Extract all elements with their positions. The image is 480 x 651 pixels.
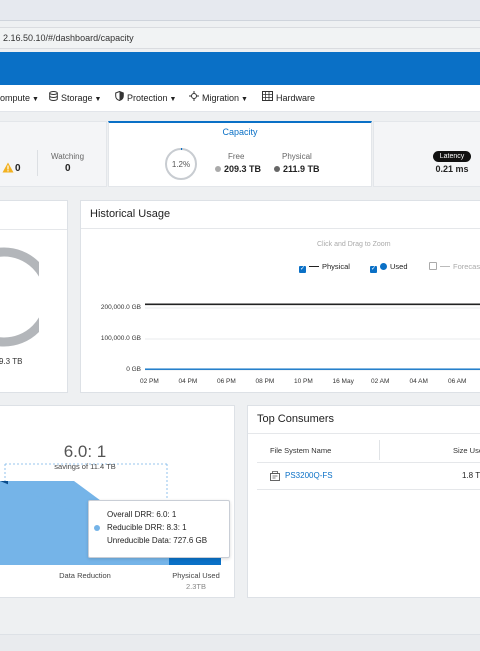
col-header-name[interactable]: File System Name [270, 446, 331, 455]
physical-used-value: 2.3TB [185, 582, 206, 591]
consumer-size: 1.8 T [462, 471, 480, 480]
panel-divider [248, 433, 480, 434]
x-tick-label: 06 AM [448, 378, 467, 385]
consumer-name-link[interactable]: PS3200Q-FS [285, 471, 333, 480]
file-system-icon [270, 471, 280, 481]
row-divider [257, 489, 480, 490]
table-row[interactable]: PS3200Q-FS 1.8 T [257, 463, 480, 489]
y-tick-label: 0 GB [126, 366, 141, 373]
tooltip-overall: Overall DRR: 6.0: 1 [107, 510, 177, 519]
x-tick-label: 06 PM [217, 378, 236, 385]
drr-savings: savings of 11.4 TB [54, 462, 116, 471]
tooltip-unreducible: Unreducible Data: 727.6 GB [107, 536, 208, 545]
x-tick-label: 02 AM [371, 378, 390, 385]
x-tick-label: 04 AM [409, 378, 428, 385]
y-tick-label: 100,000.0 GB [100, 335, 141, 342]
top-consumers-panel: Top Consumers File System Name Size Use … [247, 405, 480, 598]
x-tick-label: 10 PM [294, 378, 313, 385]
historical-usage-chart[interactable] [0, 0, 480, 400]
x-tick-label: 16 May [332, 378, 354, 385]
x-tick-label: 08 PM [255, 378, 275, 385]
drr-ratio: 6.0: 1 [63, 442, 107, 461]
top-consumers-title: Top Consumers [257, 413, 335, 425]
physical-used-label: Physical Used [172, 571, 220, 580]
drr-tooltip: Overall DRR: 6.0: 1 Reducible DRR: 8.3: … [88, 500, 230, 558]
drr-axis-label: Data Reduction [59, 571, 111, 580]
y-tick-label: 200,000.0 GB [100, 304, 141, 311]
tooltip-dot [94, 525, 100, 531]
col-header-size[interactable]: Size Use [453, 446, 480, 455]
page-footer [0, 634, 480, 651]
tooltip-reducible: Reducible DRR: 8.3: 1 [107, 523, 187, 532]
x-tick-label: 02 PM [140, 378, 159, 385]
x-tick-label: 04 PM [178, 378, 198, 385]
col-divider [379, 440, 380, 460]
